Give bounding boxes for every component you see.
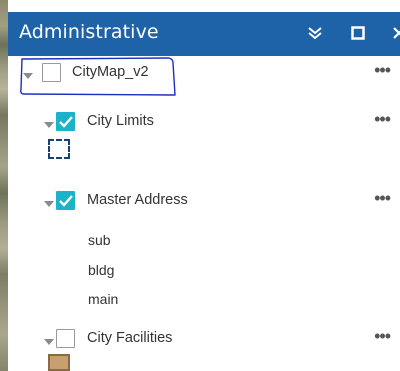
layer-row-master-address: Master Address ••• bbox=[0, 187, 392, 215]
layer-label: City Limits bbox=[87, 113, 154, 129]
double-chevron-down-icon bbox=[307, 25, 323, 41]
square-icon bbox=[351, 26, 365, 40]
hand-drawn-highlight bbox=[20, 57, 176, 96]
layer-label: City Facilities bbox=[87, 330, 173, 346]
layer-checkbox[interactable] bbox=[56, 191, 75, 210]
sublayer-label: bldg bbox=[88, 262, 115, 278]
sublayer-label: main bbox=[88, 291, 119, 307]
sublayer-label: sub bbox=[88, 232, 111, 248]
layer-row-city-facilities: City Facilities ••• bbox=[0, 325, 392, 353]
more-options-icon[interactable]: ••• bbox=[374, 109, 391, 130]
layer-label: Master Address bbox=[87, 192, 188, 208]
checkmark-icon bbox=[59, 195, 73, 207]
panel-title: Administrative bbox=[19, 21, 159, 43]
layer-checkbox[interactable] bbox=[56, 112, 75, 131]
more-options-icon[interactable]: ••• bbox=[374, 326, 391, 347]
layer-row-city-limits: City Limits ••• bbox=[0, 108, 392, 136]
caret-down-icon[interactable] bbox=[44, 334, 54, 345]
city-limits-legend-symbol bbox=[48, 139, 70, 159]
maximize-button[interactable] bbox=[347, 22, 369, 44]
more-options-icon[interactable]: ••• bbox=[374, 188, 391, 209]
facility-legend-symbol bbox=[48, 354, 70, 371]
more-options-icon[interactable]: ••• bbox=[374, 60, 391, 81]
caret-down-icon[interactable] bbox=[44, 117, 54, 128]
close-button[interactable] bbox=[388, 22, 400, 44]
close-icon bbox=[392, 26, 400, 40]
collapse-button[interactable] bbox=[304, 22, 326, 44]
layer-checkbox[interactable] bbox=[56, 329, 75, 348]
checkmark-icon bbox=[59, 116, 73, 128]
caret-down-icon[interactable] bbox=[44, 196, 54, 207]
